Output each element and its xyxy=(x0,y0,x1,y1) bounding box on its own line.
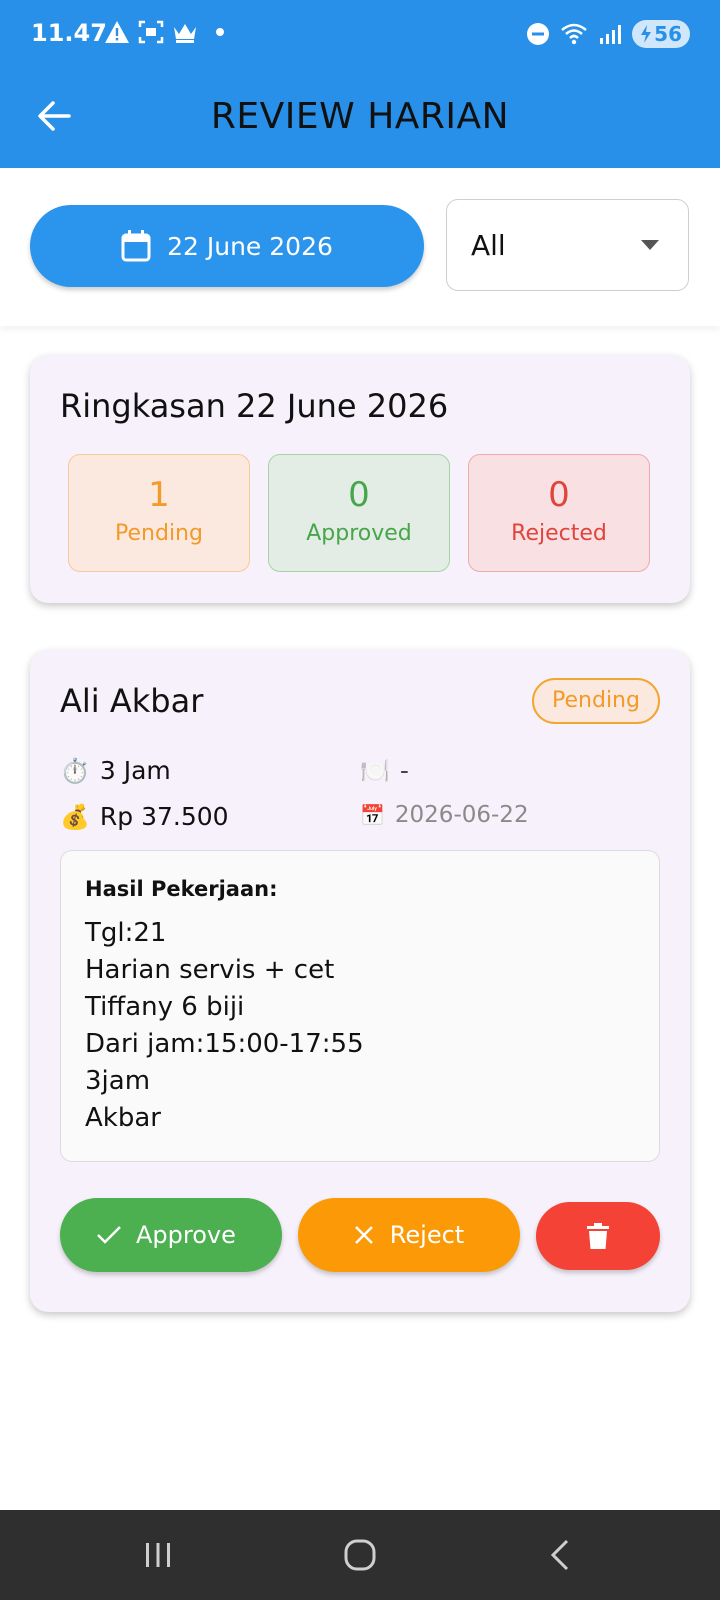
status-time: 11.47 xyxy=(31,19,107,47)
approve-button[interactable]: Approve xyxy=(60,1198,282,1272)
date-label: 22 June 2026 xyxy=(167,231,333,261)
status-filter-value: All xyxy=(471,228,506,262)
recent-apps-button[interactable] xyxy=(128,1532,188,1578)
crown-icon xyxy=(174,24,196,43)
notification-dot xyxy=(216,28,224,36)
summary-card: Ringkasan 22 June 2026 1 Pending 0 Appro… xyxy=(30,355,690,603)
summary-title: Ringkasan 22 June 2026 xyxy=(60,387,449,425)
work-result-box: Hasil Pekerjaan: Tgl:21 Harian servis + … xyxy=(60,850,660,1162)
screenshot-icon xyxy=(138,20,164,44)
work-result-line: 3jam xyxy=(85,1066,151,1096)
back-nav-button[interactable] xyxy=(530,1532,590,1578)
status-bar: 11.47 56 xyxy=(0,0,720,68)
date-picker-button[interactable]: 22 June 2026 xyxy=(30,205,424,287)
stat-rejected-count: 0 xyxy=(548,475,570,515)
stopwatch-icon: ⏱️ xyxy=(60,756,90,785)
recent-apps-icon xyxy=(146,1543,170,1567)
warning-icon xyxy=(105,21,129,43)
work-result-line: Dari jam:15:00-17:55 xyxy=(85,1029,364,1059)
entry-hours: ⏱️ 3 Jam xyxy=(60,756,171,785)
battery-charging-icon xyxy=(641,25,652,43)
close-icon xyxy=(354,1226,373,1244)
signal-icon xyxy=(600,25,622,44)
status-icons-right: 56 xyxy=(526,20,690,48)
chevron-left-icon xyxy=(550,1539,569,1571)
work-result-line: Akbar xyxy=(85,1103,161,1133)
entry-pay: 💰 Rp 37.500 xyxy=(60,802,229,831)
status-filter-dropdown[interactable]: All xyxy=(446,199,689,291)
page-title: REVIEW HARIAN xyxy=(210,96,510,137)
stat-pending-label: Pending xyxy=(115,521,203,546)
stat-pending[interactable]: 1 Pending xyxy=(68,454,250,572)
entry-date-value: 2026-06-22 xyxy=(394,802,529,828)
entry-date: 📅 2026-06-22 xyxy=(360,802,529,828)
reject-label: Reject xyxy=(389,1221,465,1249)
stat-approved-count: 0 xyxy=(348,475,370,515)
money-bag-icon: 💰 xyxy=(60,802,90,831)
battery-level: 56 xyxy=(654,22,682,46)
chevron-down-icon xyxy=(641,240,659,250)
system-nav-bar xyxy=(0,1510,720,1600)
entry-meal-value: - xyxy=(399,756,409,785)
battery-indicator: 56 xyxy=(632,20,690,48)
wifi-icon xyxy=(561,23,587,45)
work-result-line: Harian servis + cet xyxy=(85,955,335,985)
status-badge: Pending xyxy=(532,678,660,724)
fork-knife-plate-icon: 🍽️ xyxy=(360,756,390,785)
status-icons-left xyxy=(104,20,224,44)
entry-meal: 🍽️ - xyxy=(360,756,409,785)
work-result-label: Hasil Pekerjaan: xyxy=(85,877,278,901)
work-result-line: Tgl:21 xyxy=(85,918,167,948)
entry-worker-name: Ali Akbar xyxy=(60,682,204,720)
trash-icon xyxy=(587,1223,609,1249)
home-icon xyxy=(344,1539,376,1571)
stat-rejected[interactable]: 0 Rejected xyxy=(468,454,650,572)
calendar-date-icon: 📅 xyxy=(360,803,385,827)
home-button[interactable] xyxy=(330,1532,390,1578)
stat-pending-count: 1 xyxy=(148,475,170,515)
stat-approved-label: Approved xyxy=(306,521,412,546)
entry-hours-value: 3 Jam xyxy=(99,756,171,785)
stat-rejected-label: Rejected xyxy=(511,521,607,546)
do-not-disturb-icon xyxy=(527,23,550,45)
work-result-text: Tgl:21 Harian servis + cet Tiffany 6 bij… xyxy=(85,915,364,1137)
entry-pay-value: Rp 37.500 xyxy=(99,802,229,831)
check-icon xyxy=(97,1226,121,1244)
approve-label: Approve xyxy=(136,1221,236,1249)
work-result-line: Tiffany 6 biji xyxy=(85,992,245,1022)
delete-button[interactable] xyxy=(536,1202,660,1270)
entry-card: Ali Akbar Pending ⏱️ 3 Jam 🍽️ - 💰 Rp 37.… xyxy=(30,650,690,1312)
reject-button[interactable]: Reject xyxy=(298,1198,520,1272)
stat-approved[interactable]: 0 Approved xyxy=(268,454,450,572)
calendar-icon xyxy=(121,230,151,262)
